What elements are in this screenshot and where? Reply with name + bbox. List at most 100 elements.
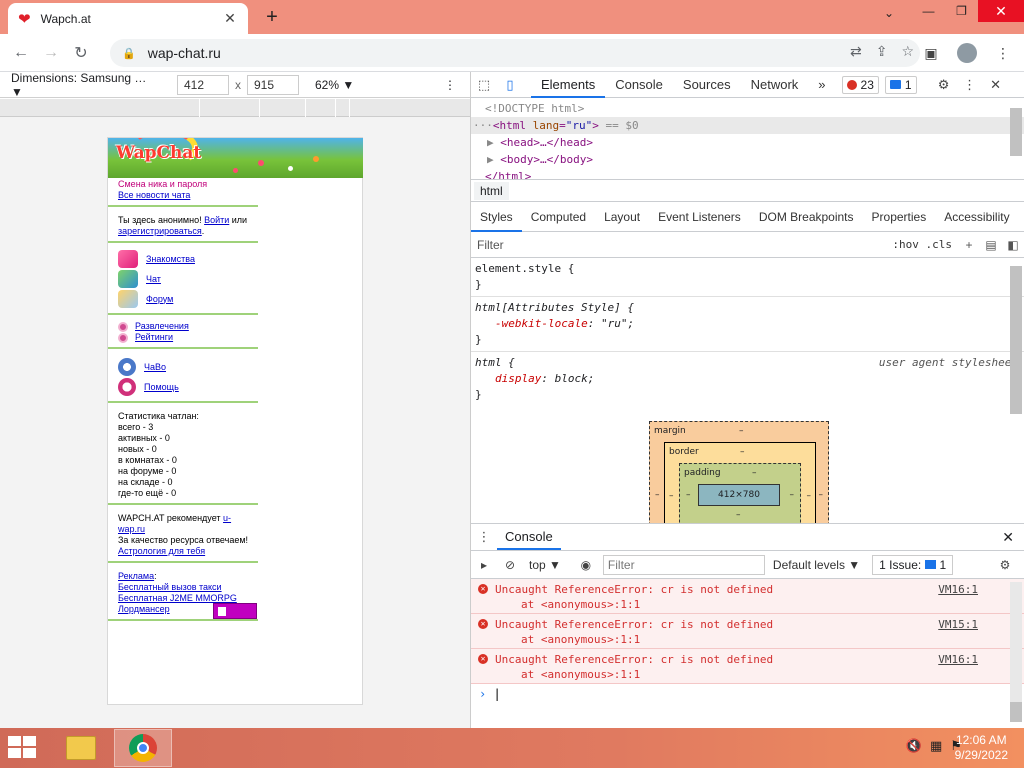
taskbar-clock[interactable]: 12:06 AM 9/29/2022 [955,733,1008,763]
errors-badge[interactable]: 23 [841,75,879,94]
border-right-value[interactable]: – [807,491,812,501]
drawer-kebab-icon[interactable]: ⋮ [471,529,497,545]
console-sidebar-icon[interactable]: ▸ [471,558,497,572]
error-source-link[interactable]: VM15:1 [938,617,978,632]
device-more-icon[interactable]: ⋮ [444,78,456,92]
taskbar-file-explorer[interactable] [52,729,110,767]
console-settings-gear-icon[interactable]: ⚙ [992,558,1018,572]
window-close-button[interactable]: ✕ [978,0,1024,22]
log-levels-select[interactable]: Default levels ▼ [773,558,860,572]
back-button[interactable]: ← [6,38,36,68]
margin-right-value[interactable]: – [819,490,824,500]
minimize-button[interactable]: — [912,0,945,22]
bookmark-star-icon[interactable]: ☆ [901,43,914,60]
restore-button[interactable]: ❐ [945,0,978,22]
context-select[interactable]: top ▼ [529,558,561,572]
menu-link-fun[interactable]: Развлечения [135,321,189,332]
close-drawer-icon[interactable]: ✕ [1002,529,1014,546]
taxi-link[interactable]: Бесплатный вызов такси [118,582,222,592]
menu-kebab-icon[interactable]: ⋮ [990,39,1016,67]
lock-icon[interactable]: 🔒 [122,47,136,60]
device-toggle-icon[interactable]: ▯ [497,77,523,93]
error-source-link[interactable]: VM16:1 [938,652,978,667]
inspect-element-icon[interactable]: ⬚ [471,77,497,93]
network-icon[interactable]: ▦ [930,738,942,754]
margin-left-value[interactable]: – [655,490,660,500]
address-bar[interactable]: 🔒 wap-chat.ru ⇄ ⇪ ☆ [110,39,920,67]
register-link[interactable]: зарегистрироваться [118,226,202,236]
counter-badge[interactable] [213,603,257,619]
ads-link[interactable]: Реклама [118,571,154,581]
box-model-content[interactable]: 412×780 [698,484,780,506]
border-top-value[interactable]: – [740,447,745,457]
login-link[interactable]: Войти [204,215,229,225]
tab-elements[interactable]: Elements [531,72,606,98]
clear-console-icon[interactable]: ⊘ [497,558,523,572]
tab-search-chevron-icon[interactable]: ⌄ [884,6,894,20]
site-banner[interactable]: WapChat [108,138,363,178]
console-scrollbar[interactable] [1010,582,1022,722]
rule-element-style[interactable]: element.style { } [471,258,1024,297]
width-input[interactable]: 412 [177,74,229,95]
paint-roller-icon[interactable]: ▤ [980,238,1002,252]
styles-filter-input[interactable]: Filter [477,238,504,252]
share-icon[interactable]: ⇪ [876,43,888,60]
new-rule-plus-icon[interactable]: + [958,238,980,252]
tab-properties[interactable]: Properties [863,202,936,232]
tab-event-listeners[interactable]: Event Listeners [649,202,750,232]
tab-computed[interactable]: Computed [522,202,595,232]
tab-dom-breakpoints[interactable]: DOM Breakpoints [750,202,863,232]
menu-link-forum[interactable]: Форум [146,294,173,305]
body-node[interactable]: ▶ <body>…</body> [471,151,1024,168]
forward-button[interactable]: → [36,38,66,68]
menu-link-chat[interactable]: Чат [146,274,161,285]
head-node[interactable]: ▶ <head>…</head> [471,134,1024,151]
tab-network[interactable]: Network [741,72,809,98]
doctype-node[interactable]: <!DOCTYPE html> [471,100,1024,117]
translate-icon[interactable]: ⇄ [850,43,862,60]
html-node[interactable]: ···<html lang="ru"> == $0 [471,117,1024,134]
menu-link-help[interactable]: Помощь [144,382,179,393]
new-tab-button[interactable]: + [262,5,282,29]
tab-accessibility[interactable]: Accessibility [935,202,1018,232]
box-model-margin[interactable]: margin – – – border – – – padding – – – … [649,421,829,523]
more-tabs-button[interactable]: » [808,72,835,98]
tab-console[interactable]: Console [605,72,673,98]
volume-muted-icon[interactable]: 🔇 [906,738,922,754]
start-button[interactable] [8,736,38,760]
menu-link-dating[interactable]: Знакомства [146,254,195,265]
height-input[interactable]: 915 [247,74,299,95]
zoom-select[interactable]: 62% ▼ [315,78,354,92]
padding-bottom-value[interactable]: – [736,510,741,520]
box-model-border[interactable]: border – – – padding – – – 412×780 – [664,442,816,523]
tab-sources[interactable]: Sources [673,72,741,98]
box-model-padding[interactable]: padding – – – 412×780 – [679,463,801,523]
browser-tab[interactable]: ❤ Wapch.at ✕ [8,3,248,34]
close-devtools-icon[interactable]: ✕ [983,77,1009,93]
tab-styles[interactable]: Styles [471,202,522,232]
computed-sidebar-icon[interactable]: ◧ [1002,238,1024,252]
padding-left-value[interactable]: – [686,490,691,500]
settings-gear-icon[interactable]: ⚙ [931,77,957,93]
close-tab-icon[interactable]: ✕ [222,10,238,27]
margin-top-value[interactable]: – [739,426,744,436]
drawer-tab-console[interactable]: Console [497,524,561,550]
astrology-link[interactable]: Астрология для тебя [118,546,205,556]
devtools-kebab-icon[interactable]: ⋮ [957,77,983,93]
menu-link-ratings[interactable]: Рейтинги [135,332,173,343]
device-select[interactable]: Dimensions: Samsung … ▼ [11,71,161,99]
url-text[interactable]: wap-chat.ru [148,45,221,61]
hov-toggle[interactable]: :hov .cls [892,238,952,251]
media-query-ruler[interactable] [0,99,470,117]
console-filter-input[interactable]: Filter [602,554,765,575]
elements-scrollbar[interactable] [1010,108,1022,156]
padding-right-value[interactable]: – [790,490,795,500]
html-close-node[interactable]: </html> [471,168,1024,179]
menu-link-faq[interactable]: ЧаВо [144,362,166,373]
side-panel-icon[interactable]: ▣ [918,39,944,67]
profile-button[interactable] [954,39,980,67]
live-expression-eye-icon[interactable]: ◉ [573,558,599,572]
border-left-value[interactable]: – [669,491,674,501]
breadcrumb-html[interactable]: html [474,181,509,200]
messages-badge[interactable]: 1 [884,75,917,94]
